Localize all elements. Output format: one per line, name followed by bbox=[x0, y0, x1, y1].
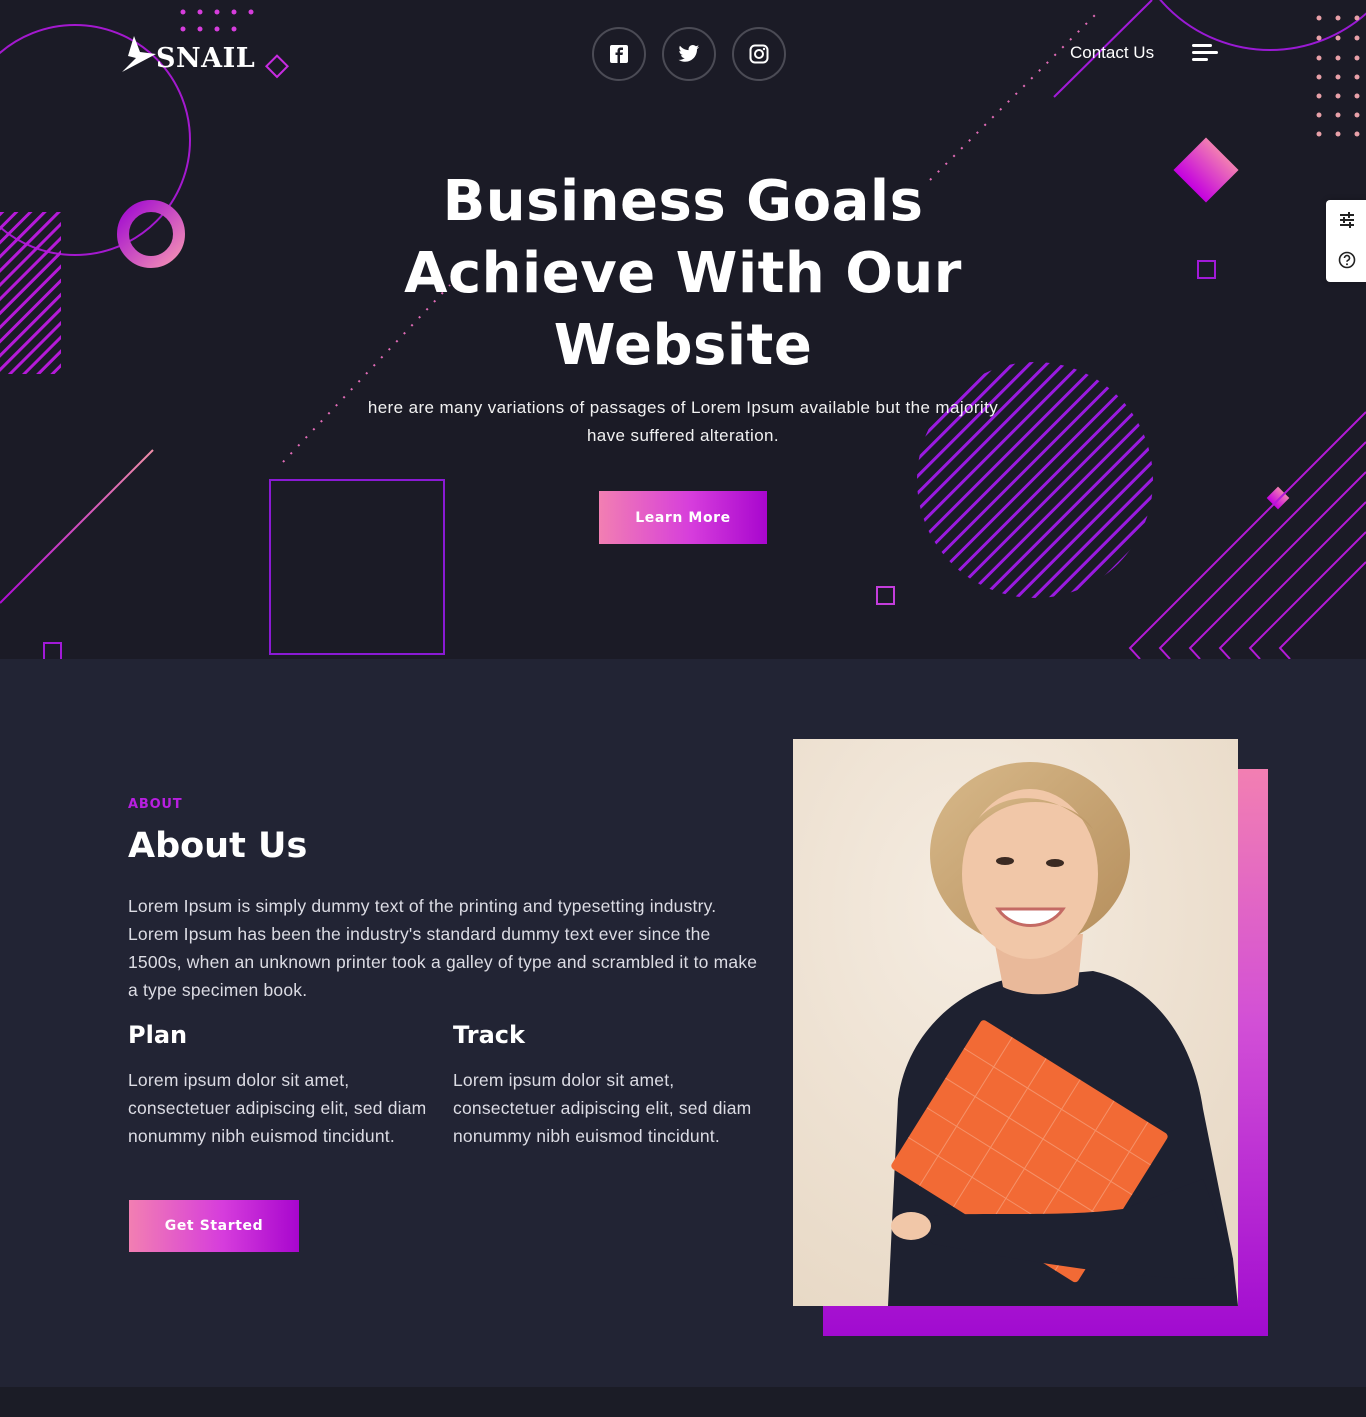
hero-subtitle-line-2: have suffered alteration. bbox=[586, 426, 780, 445]
about-title: About Us bbox=[128, 826, 308, 866]
hamburger-menu-icon[interactable] bbox=[1192, 44, 1220, 66]
brand-name: SNAIL bbox=[156, 42, 256, 74]
hero-title-line-3: Website bbox=[553, 313, 813, 378]
instagram-button[interactable] bbox=[732, 27, 786, 81]
plan-text: Lorem ipsum dolor sit amet, consectetuer… bbox=[128, 1070, 427, 1146]
twitter-button[interactable] bbox=[662, 27, 716, 81]
contact-us-link[interactable]: Contact Us bbox=[1070, 43, 1154, 63]
woman-holding-folder-image bbox=[793, 739, 1238, 1306]
hero-section: SNAIL Contact Us Business Goals Achieve … bbox=[0, 0, 1366, 659]
get-started-button[interactable]: Get Started bbox=[129, 1200, 299, 1252]
next-section-edge bbox=[0, 1387, 1366, 1417]
brand-logo[interactable]: SNAIL bbox=[120, 34, 255, 74]
hero-subtitle: here are many variations of passages of … bbox=[323, 394, 1043, 450]
twitter-icon bbox=[678, 45, 700, 62]
learn-more-button[interactable]: Learn More bbox=[599, 491, 767, 544]
plan-title: Plan bbox=[128, 1021, 188, 1049]
about-photo bbox=[793, 739, 1238, 1306]
social-links bbox=[592, 27, 786, 81]
lightning-bolt-icon bbox=[122, 36, 156, 72]
track-title: Track bbox=[453, 1021, 525, 1049]
about-body: Lorem Ipsum is simply dummy text of the … bbox=[128, 896, 758, 1000]
sliders-icon[interactable] bbox=[1336, 209, 1358, 231]
hero-title-line-1: Business Goals bbox=[442, 169, 924, 234]
facebook-icon bbox=[610, 45, 628, 63]
hero-title: Business Goals Achieve With Our Website bbox=[383, 166, 983, 382]
instagram-icon bbox=[749, 44, 769, 64]
help-icon[interactable] bbox=[1336, 249, 1358, 271]
track-text: Lorem ipsum dolor sit amet, consectetuer… bbox=[453, 1070, 752, 1146]
hero-title-line-2: Achieve With Our bbox=[404, 241, 962, 306]
about-eyebrow: ABOUT bbox=[128, 797, 183, 812]
hero-subtitle-line-1: here are many variations of passages of … bbox=[367, 398, 999, 417]
facebook-button[interactable] bbox=[592, 27, 646, 81]
side-tool-panel bbox=[1326, 200, 1366, 282]
